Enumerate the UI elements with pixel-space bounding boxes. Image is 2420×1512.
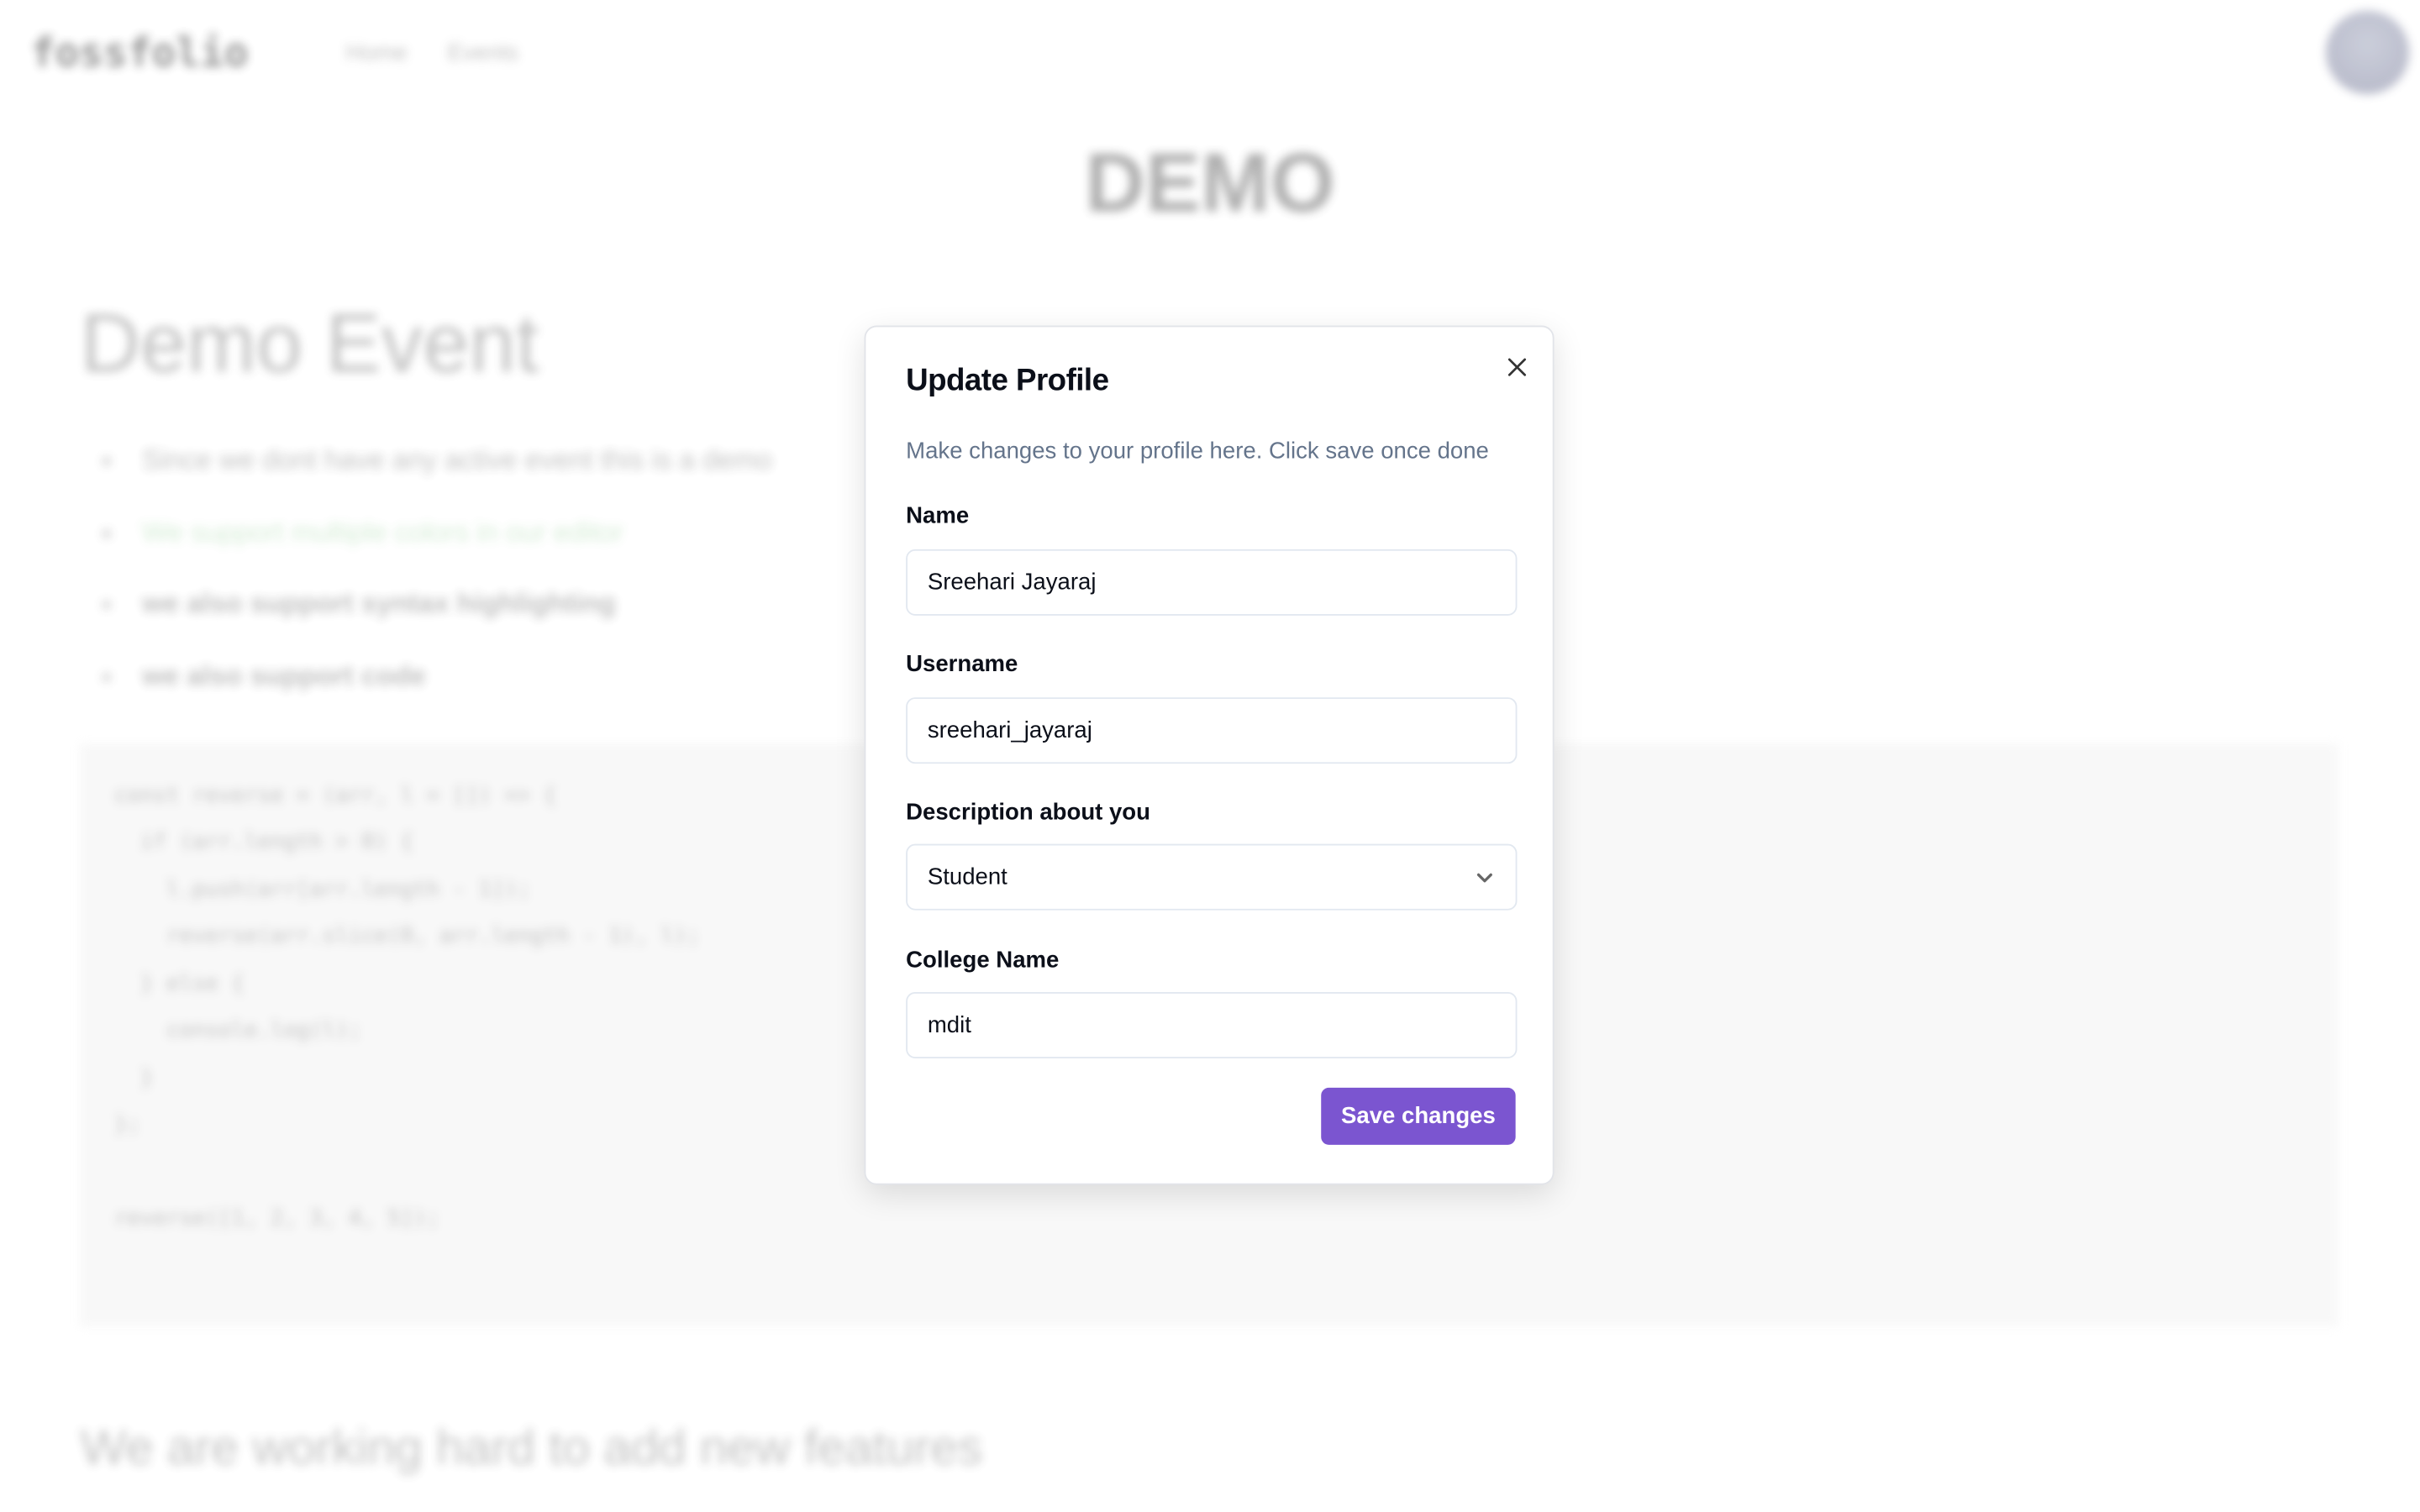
username-label: Username	[906, 651, 1018, 678]
dialog-description: Make changes to your profile here. Click…	[906, 438, 1489, 465]
description-label: Description about you	[906, 799, 1150, 826]
dialog-title: Update Profile	[906, 364, 1109, 398]
college-label: College Name	[906, 947, 1060, 974]
college-input[interactable]	[906, 991, 1518, 1058]
name-input[interactable]	[906, 549, 1518, 616]
username-input[interactable]	[906, 697, 1518, 764]
description-value: Student	[927, 864, 1007, 890]
description-select[interactable]: Student	[906, 843, 1518, 911]
close-icon[interactable]	[1502, 352, 1533, 383]
update-profile-dialog: Update Profile Make changes to your prof…	[864, 325, 1555, 1185]
chevron-down-icon	[1476, 872, 1492, 882]
save-changes-button[interactable]: Save changes	[1321, 1087, 1516, 1145]
name-label: Name	[906, 502, 970, 529]
